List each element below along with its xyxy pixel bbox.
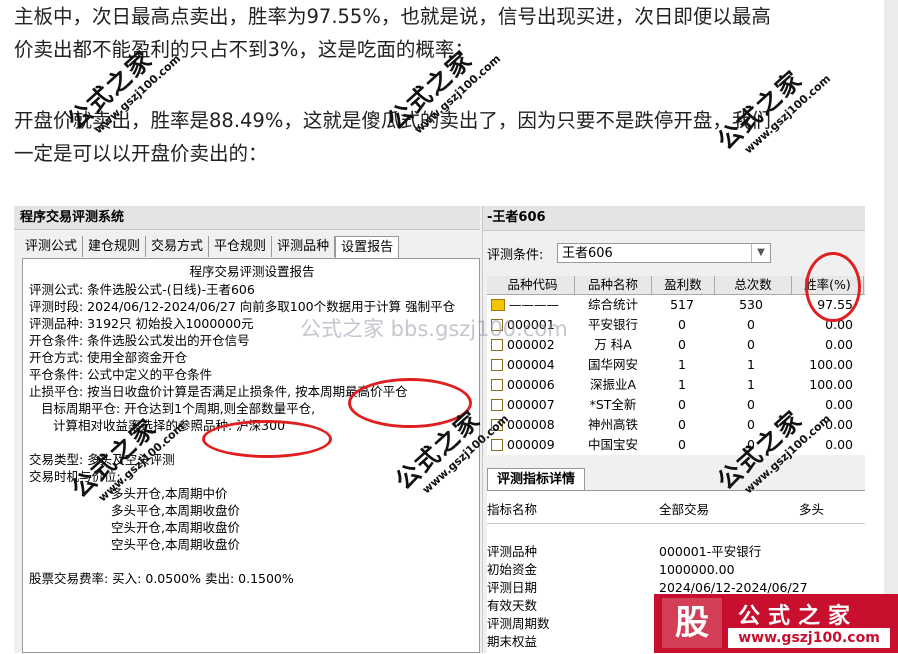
cell-name: 中国宝安 [587,437,638,452]
center-watermark: 公式之家 bbs.gszj100.com [300,317,568,341]
site-logo[interactable]: 股 公式之家 www.gszj100.com [654,594,898,653]
col-code[interactable]: 品种代码 [487,276,575,294]
cell-name: 神州高铁 [587,417,638,432]
report-line: 平仓条件: 公式中定义的平仓条件 [29,367,213,382]
report-line: 评测品种: 3192只 初始投入1000000元 [29,316,254,331]
condition-select[interactable]: 王者606 ▼ [557,243,771,263]
detail-header-name: 指标名称 [487,502,538,517]
cell-code: ———— [509,297,559,312]
stock-icon [491,379,503,391]
cell-total: 0 [747,317,755,332]
summary-icon [491,299,505,311]
tab-close-rules[interactable]: 平仓规则 [209,236,273,257]
tab-report[interactable]: 设置报告 [335,236,400,259]
report-line: 开仓条件: 条件选股公式发出的开仓信号 [29,333,250,348]
stock-icon [491,439,503,451]
detail-value: 1000000.00 [659,562,735,577]
detail-label: 期末权益 [487,634,538,649]
logo-url: www.gszj100.com [728,628,890,648]
detail-label: 评测周期数 [487,616,550,631]
highlight-circle-rate [805,252,861,322]
detail-label: 评测品种 [487,544,538,559]
tab-formula[interactable]: 评测公式 [20,236,84,257]
detail-header-long: 多头 [799,502,825,517]
detail-label: 评测日期 [487,580,538,595]
cell-total: 1 [747,357,755,372]
report-line: 股票交易费率: 买入: 0.0500% 卖出: 0.1500% [29,571,294,586]
left-window-title: 程序交易评测系统 [14,206,480,230]
report-line: 多头开仓,本周期中价 [111,486,228,501]
report-heading: 程序交易评测设置报告 [189,264,315,279]
report-line: 开仓方式: 使用全部资金开仓 [29,350,188,365]
detail-label: 初始资金 [487,562,538,577]
report-line: 目标周期平仓: 开仓达到1个周期,则全部数量平仓, [41,401,316,416]
cell-name: 万 科A [594,337,632,352]
report-line: 空头平仓,本周期收盘价 [111,537,240,552]
col-total[interactable]: 总次数 [715,276,792,294]
left-window-tabs: 评测公式 建仓规则 交易方式 平仓规则 评测品种 设置报告 [20,236,400,259]
cell-profit: 517 [670,297,694,312]
tab-trade-mode[interactable]: 交易方式 [146,236,210,257]
cell-code: 000006 [507,377,555,392]
condition-label: 评测条件: [487,248,544,263]
cell-name: 国华网安 [587,357,638,372]
stock-icon [491,359,503,371]
page-scroll-strip[interactable] [884,0,898,653]
cell-profit: 0 [678,397,686,412]
cell-name: 平安银行 [587,317,638,332]
col-name[interactable]: 品种名称 [575,276,652,294]
condition-value: 王者606 [562,246,613,261]
cell-profit: 0 [678,337,686,352]
cell-code: 000007 [507,397,555,412]
table-row[interactable]: 000004 国华网安 1 1 100.00 [487,355,865,375]
table-row[interactable]: 000006 深振业A 1 1 100.00 [487,375,865,395]
cell-profit: 0 [678,437,686,452]
cell-code: 000009 [507,437,555,452]
highlight-circle-one-period [202,420,332,458]
cell-code: 000004 [507,357,555,372]
right-window-title: -王者606 [483,206,865,231]
cell-total: 530 [739,297,763,312]
detail-header-all: 全部交易 [659,502,710,517]
tab-open-rules[interactable]: 建仓规则 [83,236,147,257]
cell-profit: 0 [678,417,686,432]
logo-mark: 股 [662,598,722,648]
cell-name: 综合统计 [587,297,638,312]
cell-profit: 1 [678,357,686,372]
cell-name: 深振业A [589,377,637,392]
paragraph-1-line-1: 主板中，次日最高点卖出，胜率为97.55%，也就是说，信号出现买进，次日即便以最… [14,5,771,28]
logo-name: 公式之家 [738,604,859,629]
cell-total: 1 [747,377,755,392]
cell-rate: 0.00 [825,337,853,352]
cell-code: 000008 [507,417,555,432]
report-line: 空头开仓,本周期收盘价 [111,520,240,535]
cell-total: 0 [747,337,755,352]
cell-profit: 0 [678,317,686,332]
report-line: 评测公式: 条件选股公式-(日线)-王者606 [29,282,255,297]
cell-profit: 1 [678,377,686,392]
cell-rate: 100.00 [809,357,853,372]
cell-name: *ST全新 [589,397,637,412]
tab-detail-metrics[interactable]: 评测指标详情 [487,468,585,491]
col-profit[interactable]: 盈利数 [652,276,715,294]
chevron-down-icon[interactable]: ▼ [751,244,770,262]
detail-label: 有效天数 [487,598,538,613]
report-line: 多头平仓,本周期收盘价 [111,503,240,518]
detail-value: 000001-平安银行 [659,544,762,559]
tab-symbols[interactable]: 评测品种 [272,236,336,257]
